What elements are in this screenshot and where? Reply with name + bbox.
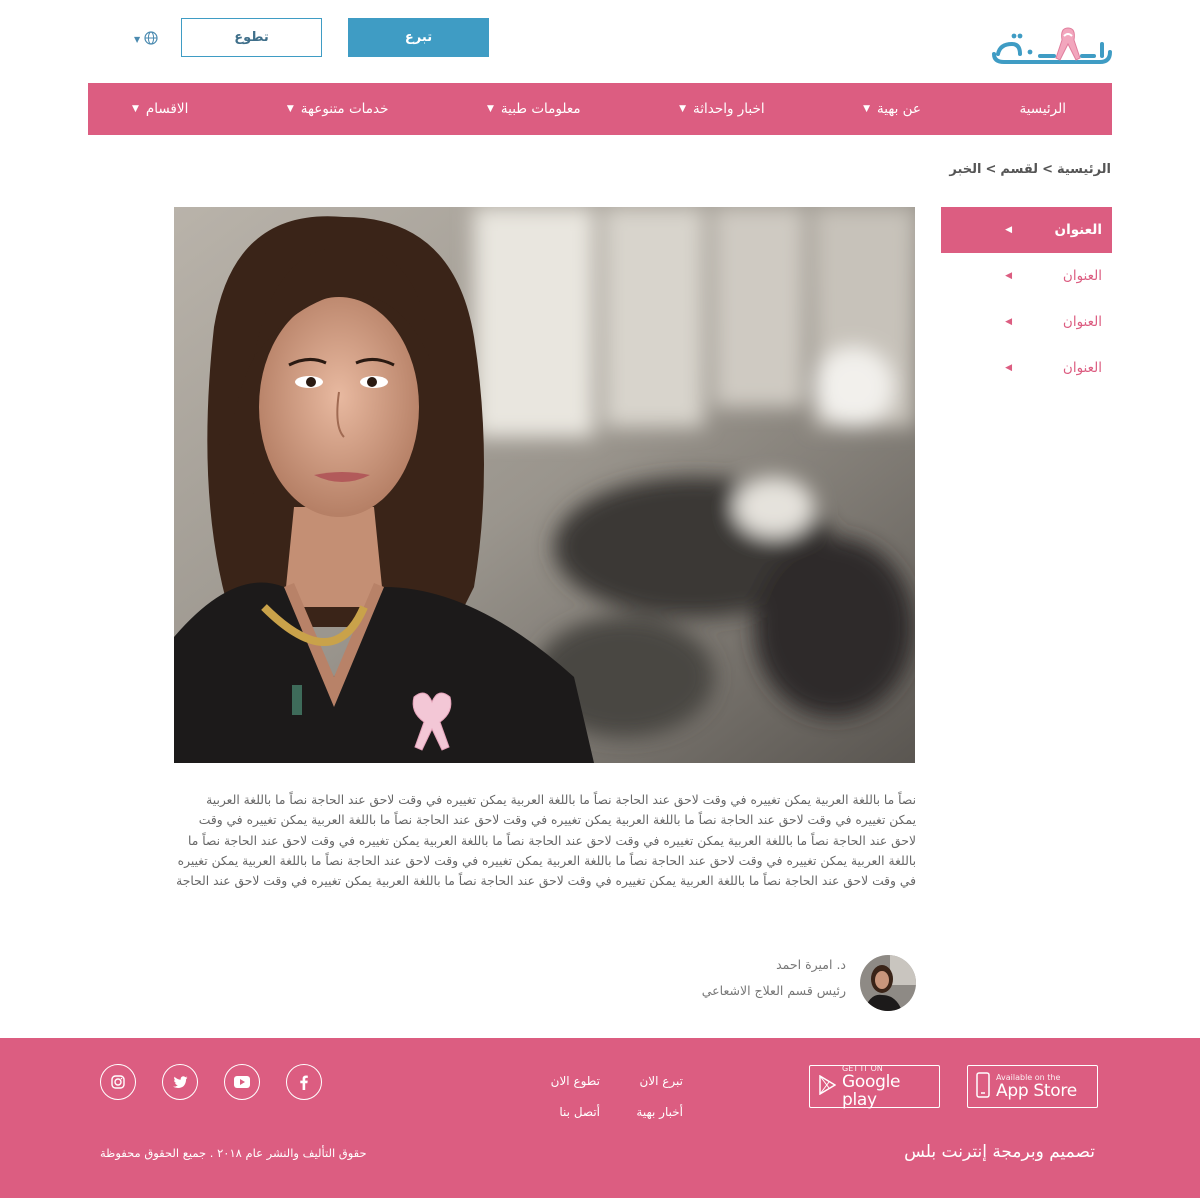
caret-down-icon: ▼ bbox=[286, 104, 294, 114]
nav-item-label: خدمات متنوعهة bbox=[300, 101, 389, 117]
article-image bbox=[174, 207, 915, 763]
copyright-text: حقوق التأليف والنشر عام ٢٠١٨ . جميع الحق… bbox=[100, 1146, 367, 1160]
caret-down-icon: ▼ bbox=[863, 104, 871, 114]
caret-down-icon: ▼ bbox=[679, 104, 687, 114]
play-icon bbox=[818, 1074, 837, 1099]
google-play-title: Google play bbox=[842, 1072, 901, 1110]
nav-item-services[interactable]: خدمات متنوعهة ▼ bbox=[287, 101, 389, 117]
google-play-button[interactable]: GET IT ON Google play bbox=[809, 1064, 940, 1110]
nav-item-label: عن بهية bbox=[877, 101, 921, 117]
google-play-caption: GET IT ON bbox=[842, 1064, 883, 1073]
developer-credit-text: تصميم وبرمجة إنترنت بلس bbox=[904, 1142, 1095, 1162]
breadcrumb: الرئيسية > لقسم > الخبر bbox=[949, 162, 1111, 177]
nav-item-home[interactable]: الرئيسية bbox=[1019, 101, 1066, 117]
youtube-icon[interactable] bbox=[224, 1064, 260, 1100]
donate-button[interactable]: تبرع bbox=[348, 18, 489, 57]
caret-left-icon: ◀ bbox=[1005, 317, 1012, 327]
nav-item-label: الاقسام bbox=[145, 101, 189, 117]
site-footer: Available on the App Store GET IT ON Goo… bbox=[0, 1038, 1200, 1198]
nav-item-label: معلومات طبية bbox=[500, 101, 581, 117]
footer-links: تبرع الان أخبار بهية bbox=[636, 1066, 683, 1128]
chevron-down-icon: ▼ bbox=[134, 35, 141, 44]
app-store-caption: Available on the bbox=[996, 1073, 1061, 1082]
footer-link-bahya-news[interactable]: أخبار بهية bbox=[636, 1097, 683, 1128]
nav-item-news[interactable]: اخبار واحداثة ▼ bbox=[679, 101, 764, 117]
caret-left-icon: ◀ bbox=[1005, 363, 1012, 373]
breadcrumb-section[interactable]: لقسم bbox=[1000, 162, 1038, 177]
twitter-icon[interactable] bbox=[162, 1064, 198, 1100]
globe-icon bbox=[144, 30, 158, 49]
social-links bbox=[100, 1064, 322, 1100]
sidebar-item[interactable]: العنوان ◀ bbox=[941, 299, 1112, 345]
breadcrumb-separator: > bbox=[985, 162, 997, 177]
sidebar-item[interactable]: العنوان ◀ bbox=[941, 207, 1112, 253]
footer-link-volunteer-now[interactable]: تطوع الان bbox=[551, 1066, 600, 1097]
caret-left-icon: ◀ bbox=[1005, 225, 1012, 235]
caret-down-icon: ▼ bbox=[132, 104, 139, 114]
author-name: د. اميرة احمد bbox=[776, 957, 846, 972]
nav-item-about[interactable]: عن بهية ▼ bbox=[863, 101, 921, 117]
footer-link-contact-us[interactable]: أتصل بنا bbox=[551, 1097, 600, 1128]
nav-item-label: اخبار واحداثة bbox=[693, 101, 765, 117]
sidebar-item-label: العنوان bbox=[1054, 222, 1102, 238]
sidebar-item-label: العنوان bbox=[1062, 268, 1102, 284]
sidebar-item[interactable]: العنوان ◀ bbox=[941, 253, 1112, 299]
site-logo[interactable] bbox=[990, 14, 1114, 66]
language-selector[interactable]: ▼ bbox=[134, 30, 158, 49]
footer-link-donate-now[interactable]: تبرع الان bbox=[636, 1066, 683, 1097]
breadcrumb-current: الخبر bbox=[949, 162, 982, 177]
sidebar-item-label: العنوان bbox=[1062, 314, 1102, 330]
facebook-icon[interactable] bbox=[286, 1064, 322, 1100]
article-body: نصاً ما باللغة العربية يمكن تغييره في وق… bbox=[176, 793, 916, 889]
avatar bbox=[860, 955, 916, 1011]
caret-left-icon: ◀ bbox=[1005, 271, 1012, 281]
breadcrumb-home[interactable]: الرئيسية bbox=[1057, 162, 1111, 177]
author-card: د. اميرة احمد رئيس قسم العلاج الاشعاعي bbox=[600, 955, 916, 1015]
nav-item-label: الرئيسية bbox=[1019, 101, 1066, 117]
phone-icon bbox=[976, 1071, 990, 1102]
nav-item-medical-info[interactable]: معلومات طبية ▼ bbox=[487, 101, 581, 117]
author-role: رئيس قسم العلاج الاشعاعي bbox=[701, 983, 846, 998]
footer-links: تطوع الان أتصل بنا bbox=[551, 1066, 600, 1128]
instagram-icon[interactable] bbox=[100, 1064, 136, 1100]
sidebar-menu: العنوان ◀ العنوان ◀ العنوان ◀ العنوان ◀ bbox=[941, 207, 1112, 391]
nav-item-sections[interactable]: الاقسام ▼ bbox=[132, 101, 188, 117]
app-store-button[interactable]: Available on the App Store bbox=[967, 1065, 1098, 1108]
developer-credit[interactable]: تصميم وبرمجة إنترنت بلس bbox=[904, 1142, 1095, 1162]
main-nav: الرئيسية عن بهية ▼ اخبار واحداثة ▼ معلوم… bbox=[88, 83, 1112, 135]
volunteer-button[interactable]: تطوع bbox=[181, 18, 322, 57]
sidebar-item-label: العنوان bbox=[1062, 360, 1102, 376]
caret-down-icon: ▼ bbox=[486, 104, 494, 114]
app-store-title: App Store bbox=[996, 1081, 1077, 1101]
breadcrumb-separator: > bbox=[1042, 162, 1053, 177]
sidebar-item[interactable]: العنوان ◀ bbox=[941, 345, 1112, 391]
